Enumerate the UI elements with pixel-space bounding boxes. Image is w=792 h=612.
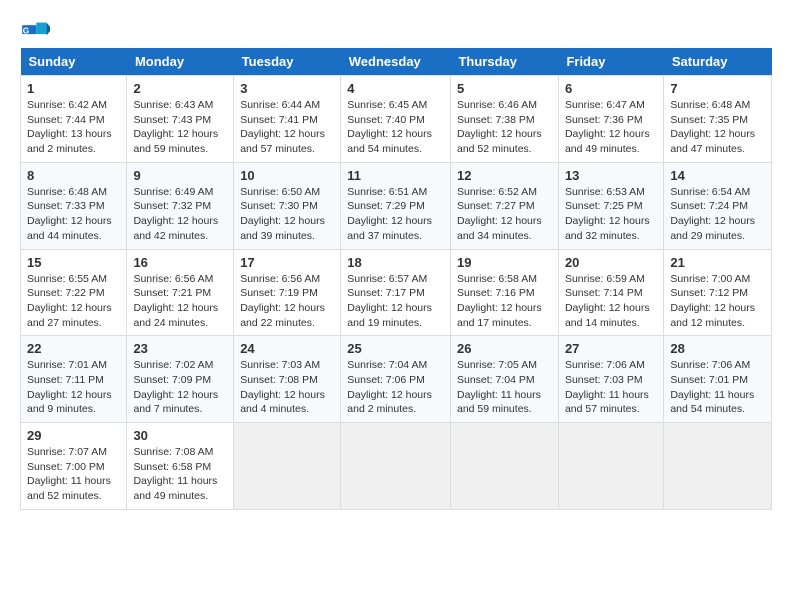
day-cell: 5Sunrise: 6:46 AMSunset: 7:38 PMDaylight… [450, 76, 558, 163]
week-row: 22Sunrise: 7:01 AMSunset: 7:11 PMDayligh… [21, 336, 772, 423]
day-cell: 21Sunrise: 7:00 AMSunset: 7:12 PMDayligh… [664, 249, 772, 336]
calendar-table: SundayMondayTuesdayWednesdayThursdayFrid… [20, 48, 772, 510]
day-cell [664, 423, 772, 510]
logo-icon: G [20, 20, 50, 38]
day-cell: 23Sunrise: 7:02 AMSunset: 7:09 PMDayligh… [127, 336, 234, 423]
day-cell [558, 423, 663, 510]
day-cell: 3Sunrise: 6:44 AMSunset: 7:41 PMDaylight… [234, 76, 341, 163]
header-cell-tuesday: Tuesday [234, 48, 341, 76]
logo: G [20, 20, 54, 38]
day-cell: 10Sunrise: 6:50 AMSunset: 7:30 PMDayligh… [234, 162, 341, 249]
day-cell: 19Sunrise: 6:58 AMSunset: 7:16 PMDayligh… [450, 249, 558, 336]
day-cell: 2Sunrise: 6:43 AMSunset: 7:43 PMDaylight… [127, 76, 234, 163]
header-cell-sunday: Sunday [21, 48, 127, 76]
day-cell: 12Sunrise: 6:52 AMSunset: 7:27 PMDayligh… [450, 162, 558, 249]
day-cell: 6Sunrise: 6:47 AMSunset: 7:36 PMDaylight… [558, 76, 663, 163]
header-cell-wednesday: Wednesday [341, 48, 451, 76]
header-cell-saturday: Saturday [664, 48, 772, 76]
day-cell: 26Sunrise: 7:05 AMSunset: 7:04 PMDayligh… [450, 336, 558, 423]
week-row: 29Sunrise: 7:07 AMSunset: 7:00 PMDayligh… [21, 423, 772, 510]
day-cell: 27Sunrise: 7:06 AMSunset: 7:03 PMDayligh… [558, 336, 663, 423]
day-cell: 11Sunrise: 6:51 AMSunset: 7:29 PMDayligh… [341, 162, 451, 249]
day-cell: 15Sunrise: 6:55 AMSunset: 7:22 PMDayligh… [21, 249, 127, 336]
week-row: 15Sunrise: 6:55 AMSunset: 7:22 PMDayligh… [21, 249, 772, 336]
day-cell [450, 423, 558, 510]
day-cell: 7Sunrise: 6:48 AMSunset: 7:35 PMDaylight… [664, 76, 772, 163]
day-cell: 9Sunrise: 6:49 AMSunset: 7:32 PMDaylight… [127, 162, 234, 249]
day-cell [341, 423, 451, 510]
header-cell-monday: Monday [127, 48, 234, 76]
week-row: 8Sunrise: 6:48 AMSunset: 7:33 PMDaylight… [21, 162, 772, 249]
header-cell-thursday: Thursday [450, 48, 558, 76]
day-cell: 24Sunrise: 7:03 AMSunset: 7:08 PMDayligh… [234, 336, 341, 423]
svg-text:G: G [23, 26, 30, 36]
day-cell: 29Sunrise: 7:07 AMSunset: 7:00 PMDayligh… [21, 423, 127, 510]
header-cell-friday: Friday [558, 48, 663, 76]
day-cell: 4Sunrise: 6:45 AMSunset: 7:40 PMDaylight… [341, 76, 451, 163]
day-cell [234, 423, 341, 510]
day-cell: 1Sunrise: 6:42 AMSunset: 7:44 PMDaylight… [21, 76, 127, 163]
day-cell: 14Sunrise: 6:54 AMSunset: 7:24 PMDayligh… [664, 162, 772, 249]
header: G [20, 20, 772, 38]
day-cell: 30Sunrise: 7:08 AMSunset: 6:58 PMDayligh… [127, 423, 234, 510]
calendar-header: SundayMondayTuesdayWednesdayThursdayFrid… [21, 48, 772, 76]
day-cell: 22Sunrise: 7:01 AMSunset: 7:11 PMDayligh… [21, 336, 127, 423]
day-cell: 13Sunrise: 6:53 AMSunset: 7:25 PMDayligh… [558, 162, 663, 249]
day-cell: 28Sunrise: 7:06 AMSunset: 7:01 PMDayligh… [664, 336, 772, 423]
day-cell: 20Sunrise: 6:59 AMSunset: 7:14 PMDayligh… [558, 249, 663, 336]
day-cell: 17Sunrise: 6:56 AMSunset: 7:19 PMDayligh… [234, 249, 341, 336]
calendar-body: 1Sunrise: 6:42 AMSunset: 7:44 PMDaylight… [21, 76, 772, 510]
day-cell: 8Sunrise: 6:48 AMSunset: 7:33 PMDaylight… [21, 162, 127, 249]
day-cell: 18Sunrise: 6:57 AMSunset: 7:17 PMDayligh… [341, 249, 451, 336]
week-row: 1Sunrise: 6:42 AMSunset: 7:44 PMDaylight… [21, 76, 772, 163]
day-cell: 16Sunrise: 6:56 AMSunset: 7:21 PMDayligh… [127, 249, 234, 336]
day-cell: 25Sunrise: 7:04 AMSunset: 7:06 PMDayligh… [341, 336, 451, 423]
header-row: SundayMondayTuesdayWednesdayThursdayFrid… [21, 48, 772, 76]
